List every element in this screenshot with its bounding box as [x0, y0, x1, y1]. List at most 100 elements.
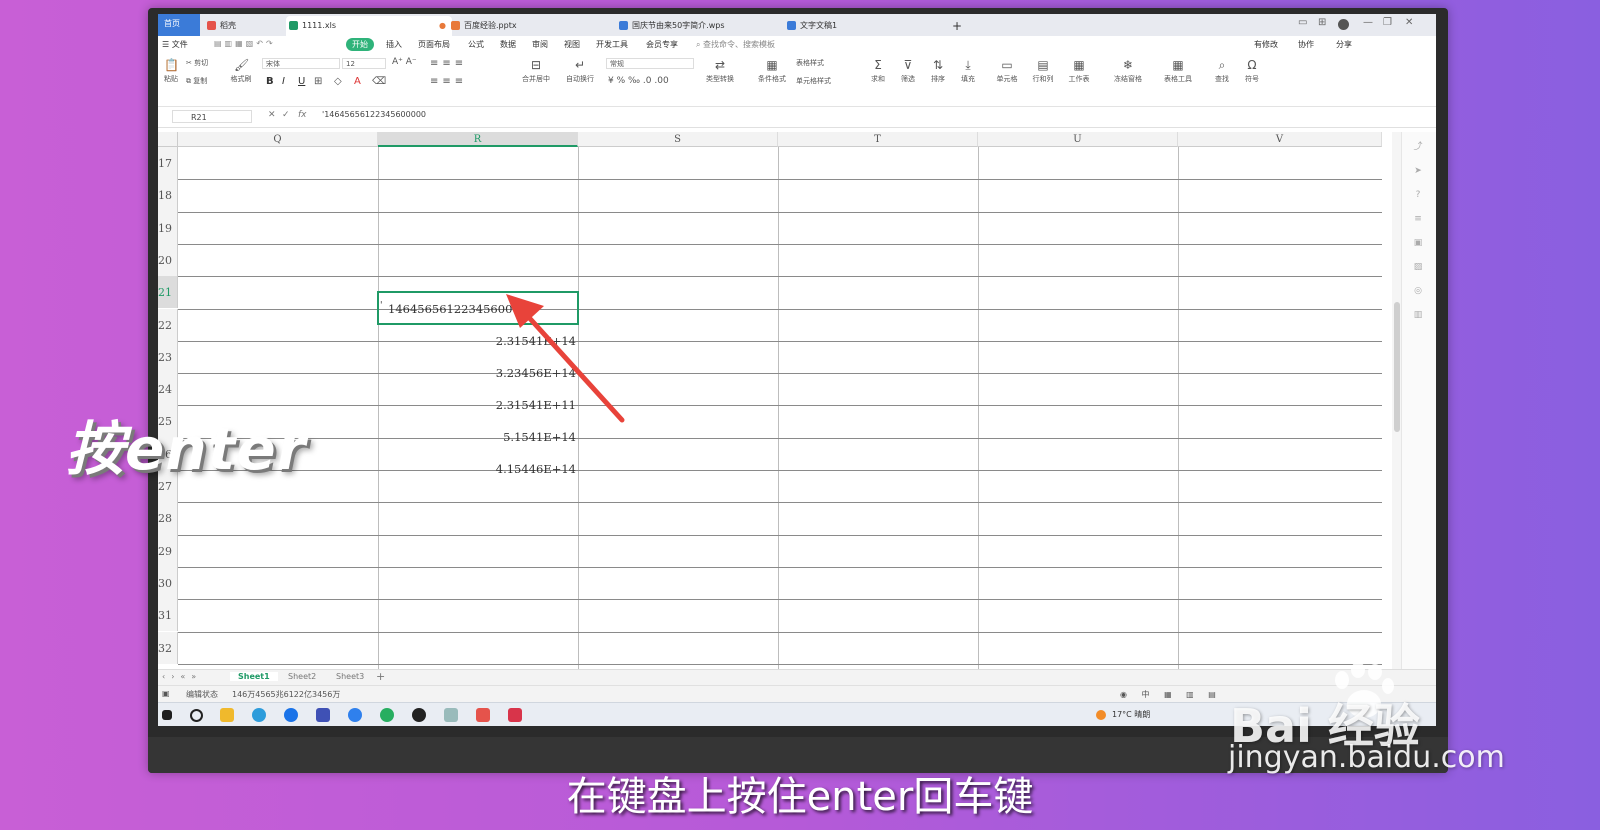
image-icon[interactable]: ▨ [1413, 262, 1423, 272]
wrap-text-button[interactable]: ↵ 自动换行 [562, 58, 598, 84]
row-header-20[interactable]: 20 [158, 243, 178, 277]
sum-button[interactable]: Σ 求和 [866, 58, 890, 84]
spreadsheet-grid[interactable]: Q R S T U V 17 18 19 20 21 22 23 24 25 26 27 28 29 30… [158, 132, 1382, 669]
freeze-panes-button[interactable]: ❄ 冻结窗格 [1108, 58, 1148, 84]
pointer-icon[interactable]: ⤴ [1413, 142, 1423, 152]
tab-wps-doc[interactable]: 国庆节由来50字简介.wps [616, 16, 782, 36]
settings-icon[interactable]: ≡ [1413, 214, 1423, 224]
row-header-19[interactable]: 19 [158, 211, 178, 244]
align-top-icons[interactable]: ≡≡≡ [430, 58, 467, 69]
fill-color-icon[interactable]: ◇ [334, 76, 342, 87]
sort-button[interactable]: ⇅ 排序 [926, 58, 950, 84]
symbol-button[interactable]: Ω 符号 [1240, 58, 1264, 84]
windows-start-icon[interactable] [162, 710, 172, 720]
scroll-thumb[interactable] [1394, 302, 1400, 432]
backup-icon[interactable]: ▣ [1413, 238, 1423, 248]
column-header-t[interactable]: T [778, 132, 978, 147]
collaborate-button[interactable]: 协作 [1298, 39, 1314, 50]
tab-1111-xls[interactable]: 1111.xls ● [286, 16, 452, 36]
column-header-s[interactable]: S [578, 132, 778, 147]
cell-style-button[interactable]: 单元格样式 [796, 76, 831, 86]
wps-icon[interactable] [476, 708, 490, 722]
minimize-icon[interactable]: — [1363, 17, 1373, 28]
wechat-icon[interactable] [380, 708, 394, 722]
file-menu[interactable]: ☰ 文件 [162, 39, 188, 50]
sheet-tab-3[interactable]: Sheet3 [336, 672, 364, 681]
fill-button[interactable]: ⤓ 填充 [956, 58, 980, 84]
column-header-v[interactable]: V [1178, 132, 1382, 147]
name-box[interactable]: R21 [172, 110, 252, 123]
cell-r26[interactable]: 4.15446E+14 [496, 462, 576, 476]
copy-button[interactable]: ⧉ 复制 [186, 76, 207, 86]
row-header-30[interactable]: 30 [158, 566, 178, 600]
tab-insert[interactable]: 插入 [386, 39, 402, 50]
row-header-31[interactable]: 31 [158, 599, 178, 632]
row-header-17[interactable]: 17 [158, 147, 178, 180]
bold-button[interactable]: B [266, 76, 274, 87]
column-header-q[interactable]: Q [178, 132, 378, 147]
formula-input[interactable]: '14645656122345600000 [322, 110, 426, 119]
browser-icon[interactable] [284, 708, 298, 722]
tab-developer[interactable]: 开发工具 [596, 39, 628, 50]
close-icon[interactable]: ✕ [1405, 17, 1413, 28]
row-header-29[interactable]: 29 [158, 534, 178, 567]
cell-r25[interactable]: 5.1541E+14 [503, 430, 576, 444]
help-icon[interactable]: ? [1413, 190, 1423, 200]
book-icon[interactable]: ▥ [1413, 310, 1423, 320]
tab-member[interactable]: 会员专享 [646, 39, 678, 50]
tab-pptx[interactable]: 百度经验.pptx [448, 16, 614, 36]
restore-icon[interactable]: ❐ [1383, 17, 1392, 28]
italic-button[interactable]: I [282, 76, 285, 87]
number-format-icons[interactable]: ¥ % ‰ .0 .00 [608, 76, 669, 86]
tab-view[interactable]: 视图 [564, 39, 580, 50]
music-icon[interactable] [508, 708, 522, 722]
merge-center-button[interactable]: ⊟ 合并居中 [518, 58, 554, 84]
tab-data[interactable]: 数据 [500, 39, 516, 50]
tab-home[interactable]: 首页 [158, 14, 200, 36]
find-button[interactable]: ⌕ 查找 [1210, 58, 1234, 84]
layout-icon[interactable]: ▭ [1298, 17, 1307, 28]
conditional-format-button[interactable]: ▦ 条件格式 [754, 58, 790, 84]
location-icon[interactable]: ◎ [1413, 286, 1423, 296]
tab-review[interactable]: 审阅 [532, 39, 548, 50]
app-icon[interactable] [316, 708, 330, 722]
row-header-21[interactable]: 21 [158, 276, 178, 309]
sheet-tab-2[interactable]: Sheet2 [288, 672, 316, 681]
column-header-r[interactable]: R [378, 132, 578, 147]
view-mode-icons[interactable]: ◉ 中 ▦ ▥ ▤ [1120, 689, 1222, 700]
row-header-23[interactable]: 23 [158, 340, 178, 374]
paste-button[interactable]: 📋 粘贴 [160, 58, 182, 84]
row-col-button[interactable]: ▤ 行和列 [1028, 58, 1058, 84]
qq-icon[interactable] [412, 708, 426, 722]
row-header-28[interactable]: 28 [158, 502, 178, 535]
add-sheet-button[interactable]: + [376, 670, 385, 683]
sheet-nav-arrows[interactable]: ‹›«» [162, 672, 202, 681]
sheet-tab-1[interactable]: Sheet1 [230, 672, 278, 681]
quick-access-icons[interactable]: ▤▥▦▧↶↷ [214, 39, 276, 48]
tab-docer[interactable]: 稻壳 [204, 16, 296, 36]
select-all-corner[interactable] [158, 132, 178, 147]
grow-font-icon[interactable]: A⁺ A⁻ [392, 57, 417, 67]
macro-icon[interactable]: ▣ [162, 689, 170, 698]
column-header-u[interactable]: U [978, 132, 1178, 147]
tab-text-doc[interactable]: 文字文稿1 [784, 16, 950, 36]
underline-button[interactable]: U [298, 76, 305, 87]
font-size-select[interactable]: 12 [342, 58, 386, 69]
cut-button[interactable]: ✂ 剪切 [186, 58, 208, 68]
cursor-icon[interactable]: ➤ [1413, 166, 1423, 176]
row-header-32[interactable]: 32 [158, 631, 178, 664]
sync-icon[interactable] [348, 708, 362, 722]
avatar[interactable] [1338, 19, 1349, 30]
row-header-18[interactable]: 18 [158, 179, 178, 212]
number-format-select[interactable]: 常规 [606, 58, 694, 69]
tab-formula[interactable]: 公式 [468, 39, 484, 50]
row-header-22[interactable]: 22 [158, 308, 178, 341]
type-convert-button[interactable]: ⇄ 类型转换 [702, 58, 738, 84]
filter-button[interactable]: ⊽ 筛选 [896, 58, 920, 84]
align-left-icons[interactable]: ≡≡≡ [430, 76, 467, 87]
function-icon[interactable]: fx [298, 110, 307, 120]
share-button[interactable]: 分享 [1336, 39, 1352, 50]
cancel-icon[interactable]: ✕ [268, 110, 276, 120]
format-painter-button[interactable]: 🖌 格式刷 [228, 58, 254, 84]
notes-icon[interactable] [444, 708, 458, 722]
